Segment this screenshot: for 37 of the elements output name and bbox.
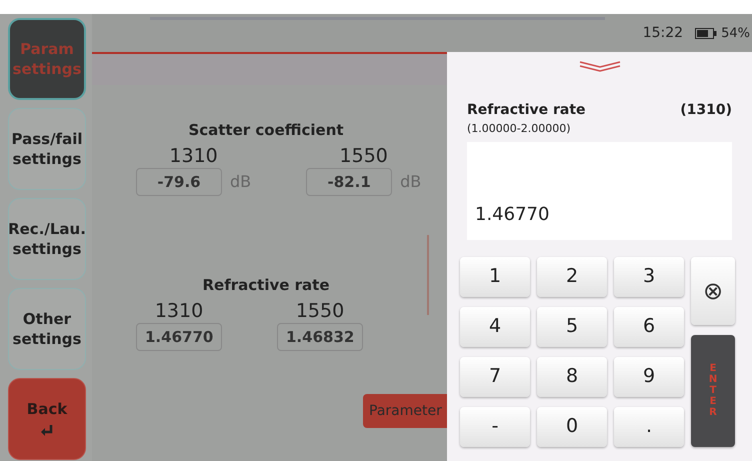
keypad-key[interactable]: . (614, 406, 684, 446)
keypad-key[interactable]: 6 (614, 306, 684, 346)
value-field[interactable]: 1.46770 (136, 322, 222, 351)
value-input[interactable]: 1.46770 (467, 142, 732, 240)
wavelength-label: 1550 (296, 298, 344, 322)
sidebar-tab[interactable]: Other settings (8, 288, 86, 370)
section-title: Scatter coefficient (188, 120, 344, 141)
value-field[interactable]: -79.6 (136, 168, 222, 196)
keypad-key[interactable]: - (460, 406, 530, 446)
value-field[interactable]: 1.46832 (277, 322, 363, 351)
wavelength-label: 1310 (169, 144, 218, 168)
battery-percent: 54% (721, 24, 750, 43)
panel-title: Refractive rate (467, 101, 586, 120)
keypad-key[interactable]: 0 (537, 406, 607, 446)
wavelength-label: 1310 (154, 298, 204, 322)
clock-text: 15:22 (642, 24, 684, 43)
keypad-key[interactable]: 5 (537, 306, 607, 346)
collapse-chevron-icon[interactable] (578, 60, 622, 72)
keypad-key[interactable]: 8 (537, 356, 607, 396)
keypad-key[interactable]: 1 (460, 256, 530, 296)
sidebar-tab[interactable]: Pass/fail settings (8, 108, 86, 190)
keypad-key[interactable]: 4 (460, 306, 530, 346)
keypad-key[interactable]: 2 (537, 256, 607, 296)
keypad-key[interactable]: 7 (460, 356, 530, 396)
back-label: Back (26, 399, 68, 419)
range-text: (1.00000-2.00000) (466, 121, 572, 137)
wavelength-label: (1310) (680, 101, 732, 120)
battery-icon (695, 28, 718, 39)
unit-label: dB (230, 170, 252, 193)
keypad-key[interactable]: 9 (614, 356, 684, 396)
sidebar-tab[interactable]: Rec./Lau. settings (8, 198, 86, 280)
value-field[interactable]: -82.1 (306, 168, 392, 196)
clear-key[interactable]: ⊗ (691, 256, 735, 324)
keypad-key[interactable]: 3 (614, 256, 684, 296)
wavelength-label: 1550 (340, 144, 388, 168)
section-title: Refractive rate (202, 275, 330, 296)
unit-label: dB (400, 170, 422, 193)
